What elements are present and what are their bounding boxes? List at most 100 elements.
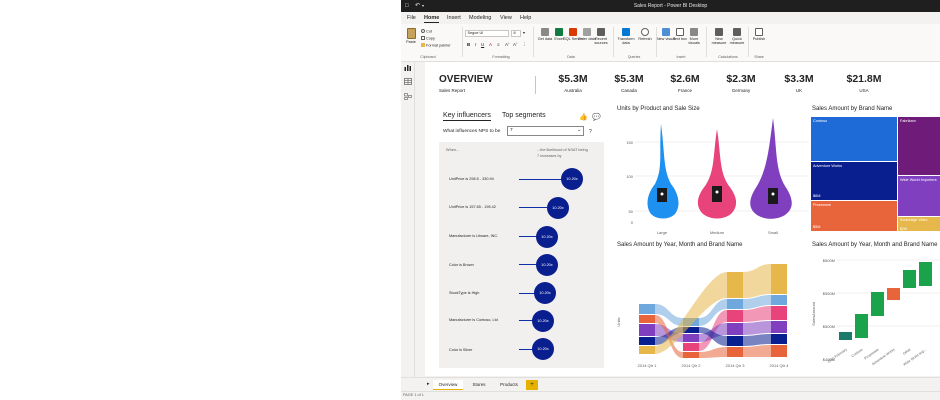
ribbon-segment[interactable] — [727, 310, 743, 322]
influencer-bubble[interactable]: 10.20x — [534, 282, 556, 304]
quick-measure-button[interactable]: Quick measure — [727, 28, 747, 46]
ribbon-segment[interactable] — [727, 347, 743, 357]
influencer-bubble[interactable]: 10.20x — [547, 197, 569, 219]
ribbon-segment[interactable] — [771, 264, 787, 294]
ribbon-segment[interactable] — [683, 352, 699, 358]
waterfall-bar[interactable] — [871, 292, 884, 316]
cut-button[interactable]: Cut — [421, 29, 432, 34]
kpi-card-france[interactable]: $2.6M France — [657, 73, 713, 95]
waterfall-bar[interactable] — [839, 332, 852, 340]
tab-top-segments[interactable]: Top segments — [502, 112, 546, 119]
tab-help[interactable]: Help — [520, 14, 531, 22]
ribbon-segment[interactable] — [771, 306, 787, 320]
data-view-icon[interactable] — [404, 78, 412, 85]
page-tab-overview[interactable]: Overview — [433, 380, 463, 390]
influencer-label[interactable]: Color is Silver — [449, 348, 519, 353]
more-visuals-button[interactable]: More visuals — [684, 28, 704, 46]
help-icon[interactable]: ? — [589, 129, 592, 135]
copy-button[interactable]: Copy — [421, 36, 435, 41]
bold-icon[interactable]: B — [467, 42, 470, 47]
kpi-card-uk[interactable]: $3.3M UK — [771, 73, 827, 95]
violin-large[interactable] — [647, 124, 679, 219]
font-size-dropdown-icon[interactable]: ▾ — [523, 31, 525, 36]
ribbon-segment[interactable] — [727, 299, 743, 309]
influencer-label[interactable]: StockType is High — [449, 291, 519, 296]
treemap-cell-contoso[interactable]: Contoso — [811, 117, 897, 161]
ribbon-segment[interactable] — [639, 324, 655, 336]
influencer-bubble[interactable]: 10.20x — [536, 226, 558, 248]
format-painter-button[interactable]: Format painter — [421, 43, 451, 48]
ribbon-segment[interactable] — [639, 315, 655, 323]
feedback-icon[interactable]: 💬 — [592, 113, 601, 121]
increase-font-icon[interactable]: Aˆ — [505, 42, 510, 47]
add-page-icon[interactable]: + — [526, 380, 538, 390]
violin-chart[interactable]: 150 100 50 0 Large Medium Small — [615, 114, 811, 238]
ribbon-segment[interactable] — [771, 334, 787, 344]
influencer-label[interactable]: Manufacturer is Litware, INC. — [449, 234, 519, 239]
refresh-button[interactable]: Refresh — [635, 28, 655, 41]
thumbs-up-icon[interactable]: 👍 — [579, 113, 588, 121]
nps-value-select[interactable]: 7 ⌄ — [507, 126, 584, 136]
report-view-icon[interactable] — [404, 64, 412, 71]
ribbon-segment[interactable] — [771, 345, 787, 357]
previous-page-icon[interactable]: ▸ — [427, 381, 430, 387]
treemap-cell-adventure-works[interactable]: Adventure Works $6M — [811, 162, 897, 200]
paste-button[interactable]: Paste — [403, 28, 419, 44]
new-measure-button[interactable]: New measure — [709, 28, 729, 46]
tab-insert[interactable]: Insert — [447, 14, 461, 22]
font-family-select[interactable]: Segoe UI — [465, 30, 509, 37]
influencer-bubble[interactable]: 10.20x — [532, 338, 554, 360]
ribbon-segment[interactable] — [639, 304, 655, 314]
influencer-label[interactable]: UnitPrice is 298.5 - 330.94 — [449, 177, 519, 182]
influencer-label[interactable]: Manufacturer is Contoso, Ltd — [449, 318, 503, 323]
waterfall-chart[interactable]: SalesAmount $600M $550M $500M $450M 2013… — [811, 252, 940, 376]
tab-file[interactable]: File — [407, 14, 416, 22]
page-tab-products[interactable]: Products — [495, 380, 523, 390]
transform-data-button[interactable]: Transform data — [615, 28, 637, 46]
font-size-select[interactable]: 8 — [511, 30, 521, 37]
treemap-cell-wide-world-importers[interactable]: Wide World Importers — [898, 176, 940, 216]
ribbon-chart[interactable]: Units 2014 Qtr 1 2014 Qtr 2 2014 Qtr 3 2… — [615, 252, 811, 376]
ribbon-segment[interactable] — [683, 334, 699, 342]
tab-modeling[interactable]: Modeling — [469, 14, 491, 22]
recent-sources-button[interactable]: Recent sources — [591, 28, 611, 46]
kpi-card-australia[interactable]: $5.3M Australia — [545, 73, 601, 95]
waterfall-bar[interactable] — [887, 288, 900, 300]
ribbon-segment[interactable] — [727, 272, 743, 298]
treemap-cell-fabrikam[interactable]: Fabrikam — [898, 117, 940, 175]
influencer-label[interactable]: UnitPrice is 157.65 - 195.42 — [449, 205, 519, 210]
italic-icon[interactable]: I — [475, 42, 476, 47]
waterfall-bar[interactable] — [903, 270, 916, 288]
page-tab-stores[interactable]: Stores — [465, 380, 493, 390]
format-options-icon[interactable]: ⋮ — [522, 42, 527, 47]
kpi-card-canada[interactable]: $5.3M Canada — [601, 73, 657, 95]
influencer-label[interactable]: Color is Brown — [449, 263, 519, 268]
tab-view[interactable]: View — [500, 14, 512, 22]
influencer-bubble[interactable]: 10.20x — [536, 254, 558, 276]
align-icon[interactable]: ≡ — [497, 42, 500, 47]
decrease-font-icon[interactable]: Aˇ — [513, 42, 518, 47]
font-color-icon[interactable]: A — [489, 42, 492, 47]
treemap-cell-southridge-video[interactable]: Southridge Video $2M — [898, 217, 940, 231]
treemap-chart[interactable]: Contoso Fabrikam Adventure Works $6M Wid… — [811, 117, 940, 231]
ribbon-segment[interactable] — [727, 336, 743, 346]
kpi-card-usa[interactable]: $21.8M USA — [829, 73, 899, 95]
publish-button[interactable]: Publish — [749, 28, 769, 41]
ribbon-segment[interactable] — [771, 295, 787, 305]
tab-key-influencers[interactable]: Key influencers — [443, 112, 491, 121]
model-view-icon[interactable] — [404, 93, 412, 100]
waterfall-bar[interactable] — [855, 314, 868, 338]
ribbon-segment[interactable] — [683, 343, 699, 351]
influencer-bubble[interactable]: 10.20x — [532, 310, 554, 332]
ribbon-segment[interactable] — [727, 323, 743, 335]
ribbon-segment[interactable] — [771, 321, 787, 333]
ribbon-segment[interactable] — [639, 346, 655, 354]
influencer-bubble[interactable]: 10.20x — [561, 168, 583, 190]
underline-icon[interactable]: U — [481, 42, 484, 47]
treemap-cell-proseware[interactable]: Proseware $5M — [811, 201, 897, 231]
waterfall-bar[interactable] — [919, 262, 932, 286]
ribbon-segment[interactable] — [639, 337, 655, 345]
tab-home[interactable]: Home — [424, 14, 440, 23]
kpi-card-germany[interactable]: $2.3M Germany — [713, 73, 769, 95]
violin-medium[interactable] — [697, 129, 737, 219]
